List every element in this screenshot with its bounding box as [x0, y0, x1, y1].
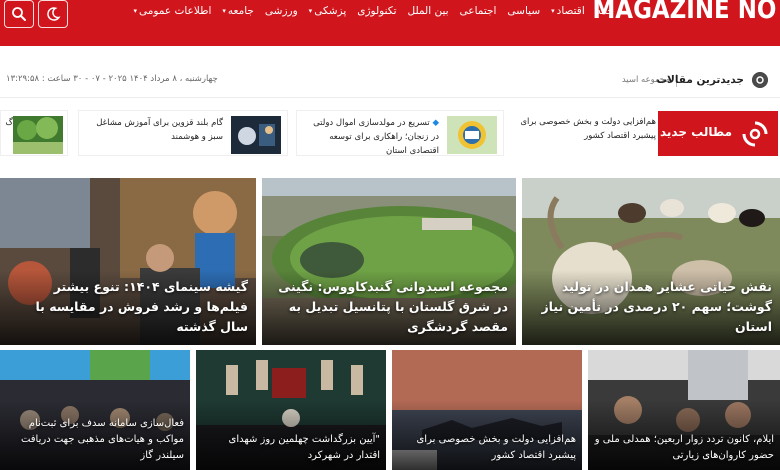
grid-card-ceremony[interactable]: "آیین بزرگداشت چهلمین روز شهدای اقتدار د…	[196, 350, 386, 470]
ticker-text: گ	[5, 118, 13, 128]
nav-item-economy[interactable]: اقتصاد ▾	[551, 2, 585, 20]
nav-item-technology[interactable]: تکنولوژی	[357, 2, 396, 20]
featured-title: نقش حیاتی عشایر همدان در تولید گوشت؛ سهم…	[541, 279, 772, 334]
badge-label: مطالب جدید	[659, 125, 732, 139]
grid-title: هم‌افزایی دولت و بخش خصوصی برای پیشبرد ا…	[416, 434, 576, 461]
nav-item-social[interactable]: اجتماعی	[460, 2, 497, 20]
featured-title: گیشه سینمای ۱۴۰۴: تنوع بیشتر فیلم‌ها و ر…	[35, 279, 248, 334]
grid-title: ایلام، کانون تردد زوار اربعین؛ همدلی ملی…	[594, 434, 774, 461]
ticker-thumbnail	[447, 116, 497, 154]
moon-icon	[47, 7, 61, 21]
ticker-text: هم‌افزایی دولت و بخش خصوصی برای پیشبرد ا…	[520, 117, 656, 141]
grid-card-economy[interactable]: هم‌افزایی دولت و بخش خصوصی برای پیشبرد ا…	[392, 350, 582, 470]
featured-title: مجموعه اسبدوانی گنبدکاووس: نگینی در شرق …	[278, 279, 508, 334]
chevron-down-icon: ▾	[308, 7, 313, 15]
nav-item-politics[interactable]: سیاسی	[507, 2, 540, 20]
ticker-item[interactable]: گام بلند قزوین برای آموزش مشاغل سبز و هو…	[78, 110, 288, 156]
ticker-thumbnail	[13, 116, 63, 154]
ticker-text: گام بلند قزوین برای آموزش مشاغل سبز و هو…	[96, 118, 223, 142]
site-logo[interactable]: MAGAZINE NO	[592, 0, 776, 26]
featured-card-cinema[interactable]: گیشه سینمای ۱۴۰۴: تنوع بیشتر فیلم‌ها و ر…	[0, 178, 256, 345]
nav-item-medical[interactable]: پزشکی ▾	[309, 2, 347, 20]
grid-title: فعال‌سازی سامانه سدف برای ثبت‌نام مواکب …	[20, 418, 184, 461]
chevron-down-icon: ▾	[222, 7, 226, 15]
search-icon	[12, 7, 26, 21]
ticker-item[interactable]: ◆ تسریع در مولدسازی اموال دولتی در زنجان…	[296, 110, 504, 156]
ticker-text-content: تسریع در مولدسازی اموال دولتی در زنجان؛ …	[313, 118, 439, 156]
date-time: چهارشنبه ، ۸ مرداد ۱۴۰۴ ۲۰۲۵ - ۰۷ - ۳۰ س…	[6, 74, 218, 84]
newest-articles-label: جدیدترین مقالات	[656, 74, 744, 86]
refresh-icon	[742, 121, 768, 147]
new-articles-badge[interactable]: مطالب جدید	[658, 111, 778, 156]
dark-mode-button[interactable]	[38, 0, 68, 28]
nav-item-general-info[interactable]: اطلاعات عمومی ▾	[133, 2, 211, 20]
main-nav: خانه اقتصاد ▾ سیاسی اجتماعی بین الملل تکن…	[133, 2, 614, 20]
news-ticker: گ گام بلند قزوین برای آموزش مشاغل سبز و …	[0, 108, 780, 158]
nav-item-society[interactable]: جامعه ▾	[222, 2, 254, 20]
nav-item-sports[interactable]: ورزشی	[265, 2, 298, 20]
newest-articles-icon	[752, 72, 768, 88]
grid-card-gas[interactable]: فعال‌سازی سامانه سدف برای ثبت‌نام مواکب …	[0, 350, 190, 470]
nav-item-international[interactable]: بین الملل	[408, 2, 449, 20]
featured-card-racetrack[interactable]: مجموعه اسبدوانی گنبدکاووس: نگینی در شرق …	[262, 178, 516, 345]
chevron-down-icon: ▾	[551, 7, 555, 15]
ticker-item[interactable]: هم‌افزایی دولت و بخش خصوصی برای پیشبرد ا…	[512, 110, 660, 156]
grid-title: "آیین بزرگداشت چهلمین روز شهدای اقتدار د…	[228, 434, 380, 461]
site-header: خانه اقتصاد ▾ سیاسی اجتماعی بین الملل تکن…	[0, 0, 780, 46]
ticker-text: ◆ تسریع در مولدسازی اموال دولتی در زنجان…	[303, 116, 439, 158]
bullet-icon: ◆	[432, 118, 439, 128]
info-bar: چهارشنبه ، ۸ مرداد ۱۴۰۴ ۲۰۲۵ - ۰۷ - ۳۰ س…	[0, 64, 780, 98]
ticker-item[interactable]: گ	[0, 110, 68, 156]
grid-card-arbaeen[interactable]: ایلام، کانون تردد زوار اربعین؛ همدلی ملی…	[588, 350, 780, 470]
featured-card-nomads[interactable]: نقش حیاتی عشایر همدان در تولید گوشت؛ سهم…	[522, 178, 780, 345]
search-button[interactable]	[4, 0, 34, 28]
chevron-down-icon: ▾	[133, 7, 137, 15]
ticker-thumbnail	[231, 116, 281, 154]
